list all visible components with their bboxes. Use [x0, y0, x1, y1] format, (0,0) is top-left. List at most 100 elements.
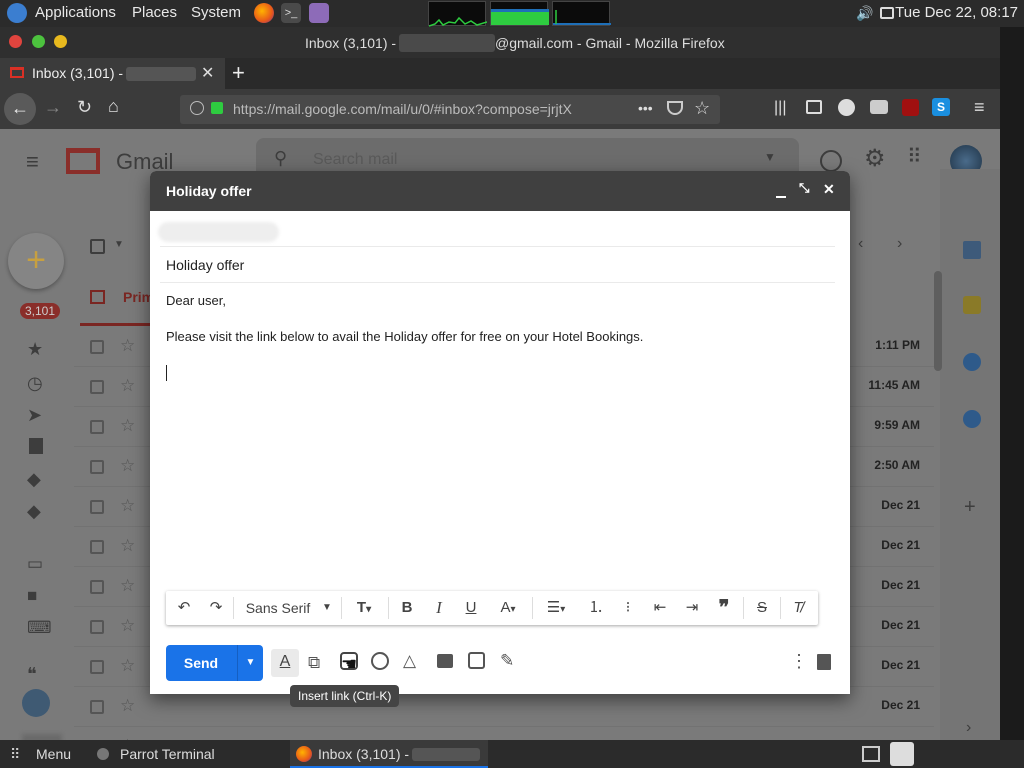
- row-checkbox[interactable]: [90, 540, 104, 554]
- label-icon[interactable]: ◆: [27, 469, 41, 490]
- library-icon[interactable]: |||: [774, 99, 786, 117]
- window-titlebar[interactable]: Inbox (3,101) - @gmail.com - Gmail - Moz…: [0, 27, 1000, 58]
- font-dropdown-icon[interactable]: ▼: [320, 591, 334, 625]
- compose-header[interactable]: Holiday offer ⤡ ✕: [150, 171, 850, 211]
- minimize-compose-icon[interactable]: [776, 196, 786, 198]
- schedule-send-dropdown-icon[interactable]: ▼: [238, 645, 263, 681]
- star-icon[interactable]: ☆: [120, 656, 135, 676]
- main-menu-icon[interactable]: ≡: [26, 149, 39, 175]
- sidebar-icon[interactable]: [806, 100, 822, 114]
- editor-launcher-icon[interactable]: [309, 3, 329, 23]
- terminal-task-icon[interactable]: [97, 748, 109, 760]
- drafts-icon[interactable]: [29, 438, 43, 454]
- insert-emoji-icon[interactable]: [371, 652, 389, 670]
- row-checkbox[interactable]: [90, 580, 104, 594]
- keyboard-icon[interactable]: ⌨: [27, 618, 52, 638]
- font-size-icon[interactable]: T▾: [348, 591, 380, 625]
- discard-draft-icon[interactable]: [817, 654, 831, 670]
- firefox-tray-icon[interactable]: [890, 742, 914, 766]
- star-icon[interactable]: ☆: [120, 696, 135, 716]
- row-checkbox[interactable]: [90, 340, 104, 354]
- hamburger-menu-icon[interactable]: ≡: [974, 97, 985, 118]
- row-checkbox[interactable]: [90, 700, 104, 714]
- compose-button[interactable]: +: [8, 233, 64, 289]
- search-icon[interactable]: ⚲: [274, 148, 287, 169]
- video-icon[interactable]: ■: [27, 586, 37, 606]
- page-actions-icon[interactable]: •••: [638, 100, 653, 116]
- row-checkbox[interactable]: [90, 620, 104, 634]
- extension-hat-icon[interactable]: [870, 100, 888, 114]
- minimize-window-icon[interactable]: [54, 35, 67, 48]
- places-menu[interactable]: Places: [132, 4, 177, 21]
- bold-icon[interactable]: B: [396, 591, 418, 625]
- search-input[interactable]: Search mail: [313, 151, 397, 169]
- forward-button-icon[interactable]: →: [44, 97, 62, 118]
- subject-field[interactable]: Holiday offer: [166, 257, 244, 273]
- new-tab-button[interactable]: +: [232, 60, 245, 86]
- star-icon[interactable]: ☆: [120, 376, 135, 396]
- search-options-icon[interactable]: ▼: [764, 150, 776, 164]
- taskbar-menu[interactable]: Menu: [36, 746, 71, 762]
- underline-icon[interactable]: U: [460, 591, 482, 625]
- url-bar[interactable]: https://mail.google.com/mail/u/0/#inbox?…: [180, 95, 720, 124]
- keep-icon[interactable]: [963, 296, 981, 314]
- italic-icon[interactable]: I: [428, 591, 450, 625]
- volume-icon[interactable]: 🔊: [856, 5, 873, 22]
- message-body[interactable]: Dear user, Please visit the link below t…: [166, 293, 836, 583]
- recipient-chip-redacted[interactable]: [158, 222, 279, 242]
- text-color-icon[interactable]: A▾: [492, 591, 524, 625]
- primary-tab-icon[interactable]: [90, 290, 105, 304]
- taskbar-terminal[interactable]: Parrot Terminal: [120, 746, 215, 762]
- bulleted-list-icon[interactable]: ⁝: [616, 591, 640, 625]
- row-checkbox[interactable]: [90, 660, 104, 674]
- reload-icon[interactable]: ↻: [77, 97, 92, 118]
- parrot-logo-icon[interactable]: [7, 3, 27, 23]
- home-icon[interactable]: ⌂: [108, 96, 119, 117]
- send-button[interactable]: Send: [166, 645, 236, 681]
- lock-icon[interactable]: [211, 102, 223, 114]
- snoozed-icon[interactable]: ◷: [27, 373, 43, 394]
- attach-file-icon[interactable]: ⧉: [308, 653, 320, 673]
- prev-page-icon[interactable]: ‹: [858, 235, 863, 253]
- insert-signature-icon[interactable]: ✎: [500, 651, 514, 671]
- hangouts-icon[interactable]: ❝: [27, 664, 37, 685]
- sent-icon[interactable]: ➤: [27, 405, 42, 426]
- hangouts-avatar[interactable]: [22, 689, 50, 717]
- next-page-icon[interactable]: ›: [897, 235, 902, 253]
- insert-photo-icon[interactable]: [437, 654, 453, 668]
- exit-fullscreen-icon[interactable]: ⤡: [799, 180, 809, 196]
- strikethrough-icon[interactable]: S: [750, 591, 774, 625]
- gmail-logo-icon[interactable]: [66, 148, 100, 174]
- ublock-icon[interactable]: [902, 99, 919, 116]
- label-icon-2[interactable]: ◆: [27, 501, 41, 522]
- select-all-checkbox[interactable]: [90, 239, 105, 254]
- expand-panel-icon[interactable]: ›: [966, 719, 971, 737]
- undo-icon[interactable]: ↶: [172, 591, 196, 625]
- confidential-mode-icon[interactable]: [468, 652, 485, 669]
- url-text[interactable]: https://mail.google.com/mail/u/0/#inbox?…: [233, 101, 603, 117]
- calendar-icon[interactable]: [963, 241, 981, 259]
- close-compose-icon[interactable]: ✕: [823, 181, 835, 198]
- star-icon[interactable]: ☆: [120, 576, 135, 596]
- pocket-icon[interactable]: [667, 101, 683, 115]
- settings-gear-icon[interactable]: ⚙: [864, 144, 886, 173]
- star-icon[interactable]: ☆: [120, 416, 135, 436]
- clock[interactable]: Tue Dec 22, 08:17: [895, 4, 1018, 21]
- terminal-launcher-icon[interactable]: >_: [281, 3, 301, 23]
- font-family-select[interactable]: Sans Serif: [243, 591, 313, 625]
- select-dropdown-icon[interactable]: ▼: [114, 239, 124, 250]
- star-icon[interactable]: ☆: [120, 496, 135, 516]
- apps-grid-icon[interactable]: ⠿: [907, 144, 922, 169]
- align-icon[interactable]: ☰▾: [540, 591, 572, 625]
- close-window-icon[interactable]: [9, 35, 22, 48]
- scrollbar-thumb[interactable]: [934, 271, 942, 371]
- maximize-window-icon[interactable]: [32, 35, 45, 48]
- extension-icon[interactable]: [838, 99, 855, 116]
- tab-inbox[interactable]: Inbox (3,101) - ✕: [0, 58, 225, 89]
- display-icon[interactable]: [880, 7, 894, 19]
- formatting-options-icon[interactable]: A: [271, 649, 299, 677]
- numbered-list-icon[interactable]: ⒈: [584, 591, 608, 625]
- contacts-icon[interactable]: [963, 410, 981, 428]
- star-icon[interactable]: ☆: [120, 616, 135, 636]
- google-drive-icon[interactable]: △: [403, 651, 416, 671]
